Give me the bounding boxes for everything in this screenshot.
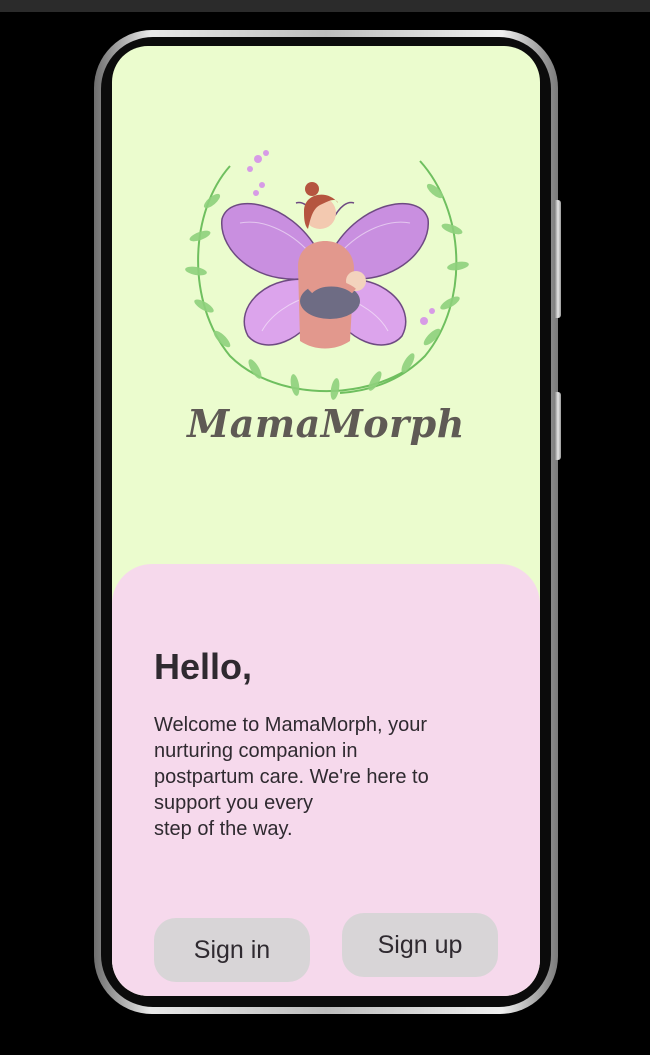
- welcome-card: Hello, Welcome to MamaMorph, your nurtur…: [112, 564, 540, 996]
- window-top-strip: [0, 0, 650, 12]
- welcome-message-line: postpartum care. We're here to: [154, 766, 429, 788]
- sign-up-button[interactable]: Sign up: [342, 913, 498, 977]
- welcome-message-line: support you every: [154, 792, 313, 814]
- welcome-message-line: step of the way.: [154, 818, 293, 840]
- power-button: [555, 392, 561, 460]
- greeting-heading: Hello,: [154, 646, 253, 687]
- app-name-logotype: MamaMorph: [187, 401, 465, 446]
- welcome-message: Welcome to MamaMorph, your nurturing com…: [154, 712, 494, 842]
- sign-in-button[interactable]: Sign in: [154, 918, 310, 982]
- welcome-message-line: Welcome to MamaMorph, your: [154, 714, 428, 736]
- volume-button: [555, 200, 561, 318]
- butterfly-mother-baby-logo-icon: [185, 150, 469, 400]
- welcome-message-line: nurturing companion in: [154, 740, 358, 762]
- app-screen: MamaMorph Hello, Welcome to MamaMorph, y…: [112, 46, 540, 996]
